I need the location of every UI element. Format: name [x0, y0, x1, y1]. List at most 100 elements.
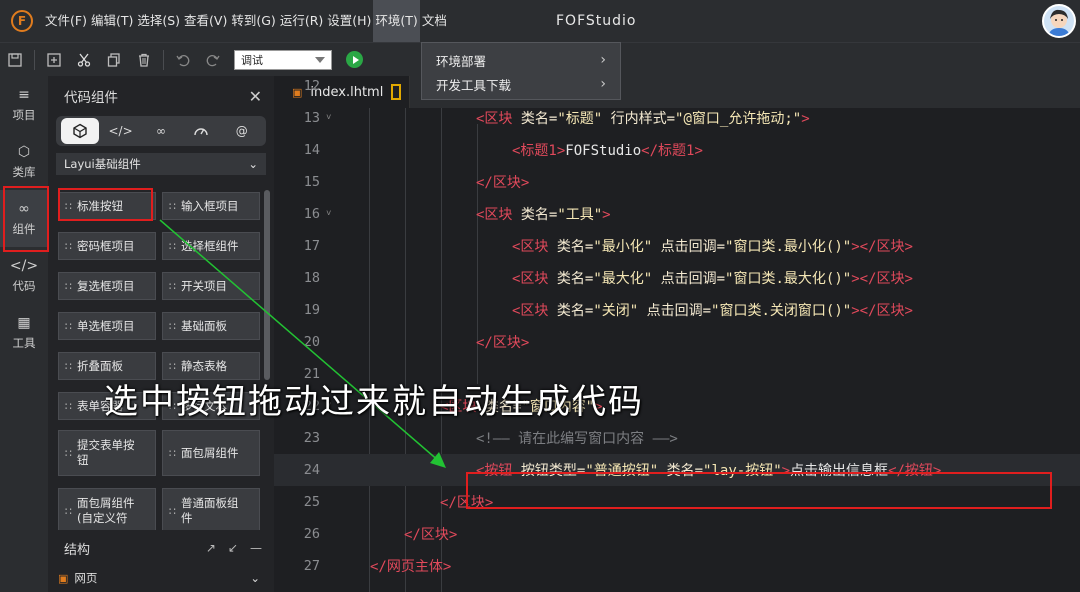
chevron-down-icon: ⌄ — [250, 571, 260, 585]
code-line[interactable]: 27 </网页主体> — [274, 550, 1080, 582]
new-file-icon[interactable] — [39, 45, 69, 75]
component-item[interactable]: ∷ 输入框项目 — [162, 192, 260, 220]
component-item[interactable]: ∷ 密码框项目 — [58, 232, 156, 260]
run-button[interactable] — [346, 51, 363, 68]
cut-icon[interactable] — [69, 45, 99, 75]
panel-scrollbar[interactable] — [264, 190, 270, 380]
activity-label: 类库 — [12, 164, 36, 179]
run-mode-select[interactable]: 调试 — [234, 49, 332, 70]
toolbar-divider — [163, 49, 164, 70]
component-item[interactable]: ∷ 开关项目 — [162, 272, 260, 300]
component-item[interactable]: ∷ 基础面板 — [162, 312, 260, 340]
drag-handle-icon: ∷ — [169, 199, 176, 213]
component-item[interactable]: ∷ 选择框组件 — [162, 232, 260, 260]
drag-handle-icon: ∷ — [169, 446, 176, 460]
code-line[interactable]: 16 ˅ <区块 类名="工具"> — [274, 198, 1080, 230]
code-line[interactable]: 13 ˅ <区块 类名="标题" 行内样式="@窗口_允许拖动;"> — [274, 102, 1080, 134]
menu-docs[interactable]: 文档 — [420, 0, 449, 42]
component-item[interactable]: ∷ 面包屑组件 — [162, 430, 260, 476]
line-number: 17 — [303, 238, 320, 254]
fold-chevron-icon[interactable]: ˅ — [324, 209, 338, 219]
code-icon: </> — [9, 257, 39, 274]
menu-item-devtools-download[interactable]: 开发工具下载 › — [422, 72, 620, 96]
file-icon: ▣ — [58, 572, 69, 585]
collapse-icon[interactable]: ↙ — [228, 541, 238, 555]
code-line[interactable]: 20 </区块> — [274, 326, 1080, 358]
code-line[interactable]: 24 <按钮 按钮类型="普通按钮" 类名="lay-按钮">点击输出信息框</按… — [274, 454, 1080, 486]
code-line[interactable]: 17 <区块 类名="最小化" 点击回调="窗口类.最小化()"></区块> — [274, 230, 1080, 262]
fold-chevron-icon[interactable]: ˅ — [324, 113, 338, 123]
expand-icon[interactable]: ↗ — [206, 541, 216, 555]
menu-item-env-deploy[interactable]: 环境部署 › — [422, 48, 620, 72]
code-line[interactable]: 19 <区块 类名="关闭" 点击回调="窗口类.关闭窗口()"></区块> — [274, 294, 1080, 326]
code-line[interactable]: 14 <标题1>FOFStudio</标题1> — [274, 134, 1080, 166]
activity-code[interactable]: </> 代码 — [0, 247, 48, 304]
environment-menu-dropdown: 环境部署 › 开发工具下载 › — [421, 42, 621, 100]
code-line[interactable]: 23 <!—— 请在此编写窗口内容 ——> — [274, 422, 1080, 454]
component-label: 基础面板 — [181, 318, 227, 333]
drag-handle-icon: ∷ — [169, 239, 176, 253]
component-group-select[interactable]: Layui基础组件 ⌄ — [56, 153, 266, 175]
code-line[interactable]: 18 <区块 类名="最大化" 点击回调="窗口类.最大化()"></区块> — [274, 262, 1080, 294]
line-number: 19 — [303, 302, 320, 318]
component-label: 密码框项目 — [77, 238, 135, 253]
close-icon[interactable]: ✕ — [249, 87, 262, 106]
chevron-down-icon: ⌄ — [248, 157, 258, 171]
code-text: <区块 类名="关闭" 点击回调="窗口类.关闭窗口()"></区块> — [512, 303, 913, 319]
tab-layers[interactable] — [61, 118, 100, 144]
chevron-right-icon: › — [600, 76, 606, 92]
activity-project[interactable]: ≡ 项目 — [0, 76, 48, 133]
undo-icon[interactable] — [168, 45, 198, 75]
redo-icon[interactable] — [198, 45, 228, 75]
code-line[interactable]: 15 </区块> — [274, 166, 1080, 198]
component-label: 普通面板组件 — [181, 496, 239, 525]
code-line[interactable]: 26 </区块> — [274, 518, 1080, 550]
menu-edit[interactable]: 编辑(T) — [89, 0, 135, 42]
component-item[interactable]: ∷ 普通面板组件 — [162, 488, 260, 530]
activity-tools[interactable]: ▦ 工具 — [0, 304, 48, 361]
minimize-icon[interactable]: — — [250, 541, 262, 555]
save-icon[interactable] — [0, 45, 30, 75]
copy-icon[interactable] — [99, 45, 129, 75]
menu-file[interactable]: 文件(F) — [43, 0, 89, 42]
activity-label: 代码 — [12, 278, 36, 293]
drag-handle-icon: ∷ — [65, 446, 72, 460]
tab-link[interactable]: ∞ — [142, 118, 180, 144]
menu-goto[interactable]: 转到(G) — [229, 0, 277, 42]
component-grid: ∷ 标准按钮 ∷ 输入框项目 ∷ 密码框项目 ∷ 选择框组件 ∷ 复选框项目 ∷ 开关项目 … — [56, 190, 262, 530]
component-item[interactable]: ∷ 面包屑组件(自定义符 — [58, 488, 156, 530]
menu-item-label: 环境部署 — [436, 53, 487, 69]
tab-at[interactable]: @ — [223, 118, 261, 144]
menu-settings[interactable]: 设置(H) — [325, 0, 373, 42]
menu-view[interactable]: 查看(V) — [182, 0, 229, 42]
tab-gauge[interactable] — [182, 118, 220, 144]
code-text: <区块 类名="工具"> — [476, 207, 611, 223]
avatar-icon — [1048, 9, 1070, 36]
delete-icon[interactable] — [129, 45, 159, 75]
activity-library[interactable]: ⬡ 类库 — [0, 133, 48, 190]
menu-select[interactable]: 选择(S) — [135, 0, 182, 42]
component-item[interactable]: ∷ 标准按钮 — [58, 192, 156, 220]
line-number: 13 — [303, 110, 320, 126]
code-icon: </> — [108, 124, 133, 138]
line-number: 14 — [303, 142, 320, 158]
category-tabs: </> ∞ @ — [56, 116, 266, 146]
menu-environment[interactable]: 环境(T) — [373, 0, 420, 42]
component-item[interactable]: ∷ 复选框项目 — [58, 272, 156, 300]
line-number: 20 — [303, 334, 320, 350]
code-line[interactable]: 12 — [274, 76, 1080, 102]
component-label: 提交表单按钮 — [77, 438, 135, 467]
code-text: </区块> — [404, 527, 458, 543]
menu-run[interactable]: 运行(R) — [278, 0, 325, 42]
apps-icon: ▦ — [17, 314, 31, 331]
user-avatar[interactable] — [1042, 4, 1076, 38]
tab-code[interactable]: </> — [102, 118, 140, 144]
component-item[interactable]: ∷ 提交表单按钮 — [58, 430, 156, 476]
activity-components[interactable]: ∞ 组件 — [0, 190, 48, 247]
cube-icon — [73, 123, 87, 139]
code-editor: ▣ index.lhtml 12 13 ˅ <区块 类名="标题" 行内样式="@窗口… — [274, 76, 1080, 592]
component-item[interactable]: ∷ 单选框项目 — [58, 312, 156, 340]
structure-title: 结构 — [64, 542, 91, 558]
code-line[interactable]: 25 </区块> — [274, 486, 1080, 518]
structure-item[interactable]: ▣ 网页 ⌄ — [48, 566, 274, 590]
